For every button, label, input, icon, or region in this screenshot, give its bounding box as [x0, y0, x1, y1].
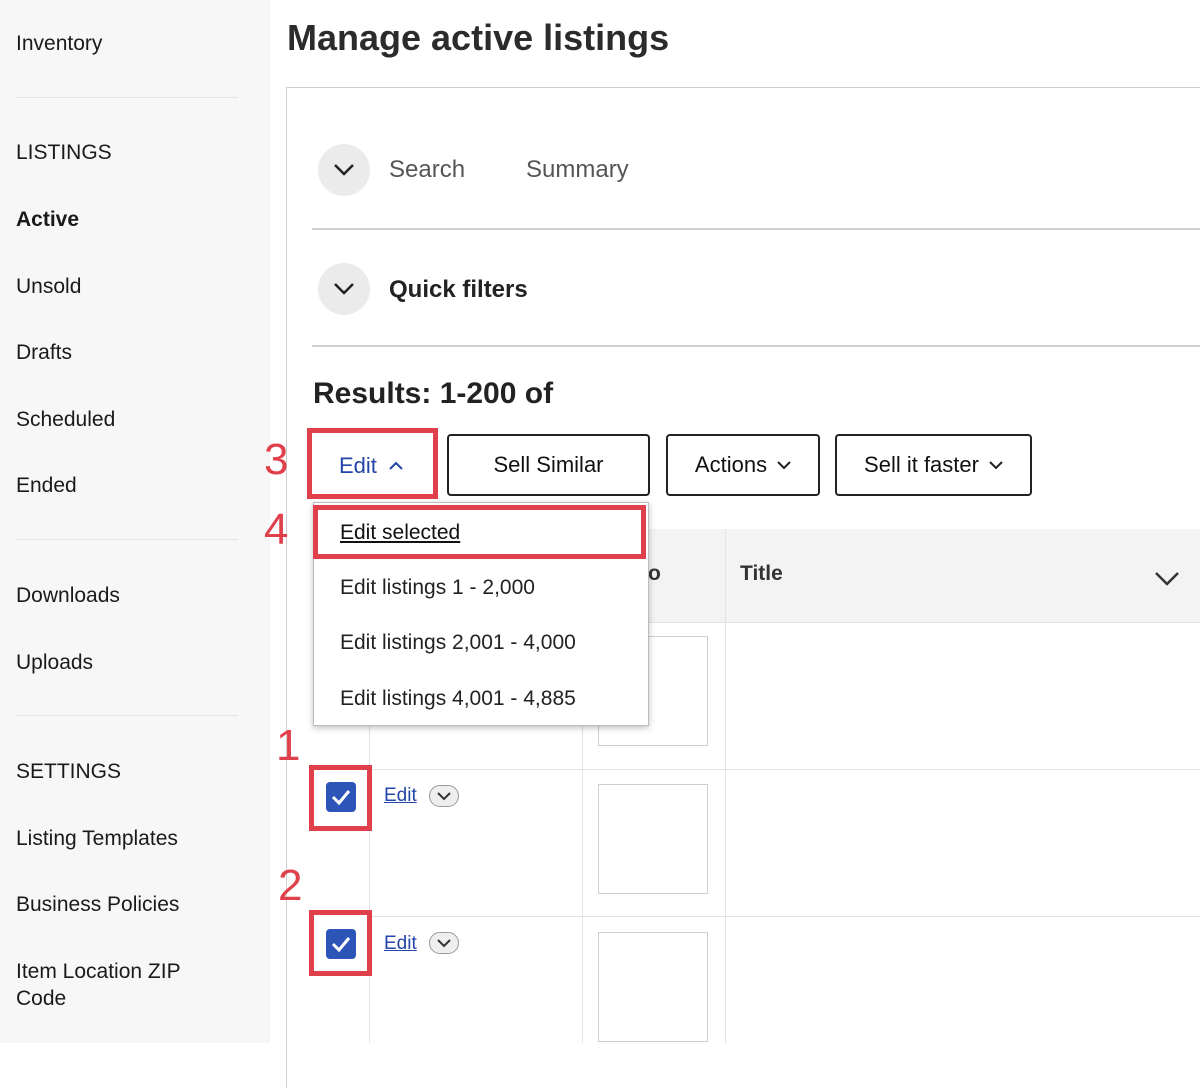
chevron-down-icon[interactable]	[1154, 570, 1180, 588]
sidebar-item-downloads[interactable]: Downloads	[16, 582, 120, 609]
table-header-photo-partial: o	[648, 562, 661, 585]
sidebar-item-active[interactable]: Active	[16, 206, 79, 233]
annotation-box	[313, 505, 646, 559]
redacted-region	[690, 8, 880, 88]
chevron-down-icon	[989, 461, 1003, 470]
actions-button[interactable]: Actions	[666, 434, 820, 496]
sell-similar-label: Sell Similar	[493, 452, 604, 477]
annotation-number: 1	[276, 721, 301, 770]
sell-it-faster-button[interactable]: Sell it faster	[835, 434, 1032, 496]
tab-search[interactable]: Search	[389, 155, 465, 185]
sell-similar-button[interactable]: Sell Similar	[447, 434, 650, 496]
menu-item-edit-listings-1[interactable]: Edit listings 1 - 2,000	[340, 574, 535, 602]
sidebar-divider	[16, 715, 238, 716]
sidebar-item-unsold[interactable]: Unsold	[16, 273, 81, 300]
annotation-box	[307, 428, 438, 499]
search-toggle-button[interactable]	[318, 144, 370, 196]
sidebar-item-item-location-zip[interactable]: Item Location ZIP Code	[16, 958, 236, 1012]
listing-thumbnail[interactable]	[598, 932, 708, 1042]
row-divider	[370, 769, 1200, 770]
menu-item-edit-listings-2[interactable]: Edit listings 2,001 - 4,000	[340, 629, 576, 657]
row-divider	[370, 916, 1200, 917]
sell-it-faster-label: Sell it faster	[864, 452, 979, 477]
chevron-down-icon	[437, 938, 451, 947]
tab-summary[interactable]: Summary	[526, 155, 629, 185]
results-count: Results: 1-200 of	[313, 377, 554, 410]
row-dropdown-button[interactable]	[429, 932, 459, 954]
annotation-box	[309, 910, 372, 976]
table-header	[582, 529, 1200, 622]
sidebar-heading-settings: SETTINGS	[16, 760, 122, 783]
sidebar-item-scheduled[interactable]: Scheduled	[16, 406, 115, 433]
sidebar-divider	[16, 97, 238, 98]
listing-thumbnail[interactable]	[598, 784, 708, 894]
chevron-down-icon	[334, 164, 354, 176]
annotation-number: 4	[264, 505, 289, 554]
sidebar-item-uploads[interactable]: Uploads	[16, 649, 93, 676]
sidebar-item-drafts[interactable]: Drafts	[16, 339, 72, 366]
sidebar-divider	[16, 539, 238, 540]
section-divider	[312, 228, 1200, 230]
annotation-box	[309, 765, 372, 831]
row-edit-link[interactable]: Edit	[384, 785, 417, 807]
sidebar-item-listing-templates[interactable]: Listing Templates	[16, 825, 178, 852]
sidebar-heading-listings: LISTINGS	[16, 141, 112, 164]
section-divider	[312, 345, 1200, 347]
chevron-down-icon	[777, 461, 791, 470]
quick-filters-label[interactable]: Quick filters	[389, 275, 528, 305]
row-edit-link[interactable]: Edit	[384, 933, 417, 955]
actions-label: Actions	[694, 452, 768, 477]
annotation-number: 3	[264, 435, 289, 484]
column-divider	[725, 529, 726, 1043]
row-dropdown-button[interactable]	[429, 785, 459, 807]
table-header-title[interactable]: Title	[740, 562, 783, 586]
chevron-down-icon	[437, 791, 451, 800]
page-title: Manage active listings	[287, 17, 670, 58]
chevron-down-icon	[334, 283, 354, 295]
sidebar-item-ended[interactable]: Ended	[16, 472, 77, 499]
sidebar-item-inventory[interactable]: Inventory	[16, 30, 102, 57]
sidebar-item-business-policies[interactable]: Business Policies	[16, 891, 179, 918]
annotation-number: 2	[278, 861, 303, 910]
sidebar: Inventory LISTINGS Active Unsold Drafts …	[0, 0, 270, 1043]
quick-filters-toggle-button[interactable]	[318, 263, 370, 315]
menu-item-edit-listings-3[interactable]: Edit listings 4,001 - 4,885	[340, 685, 576, 713]
